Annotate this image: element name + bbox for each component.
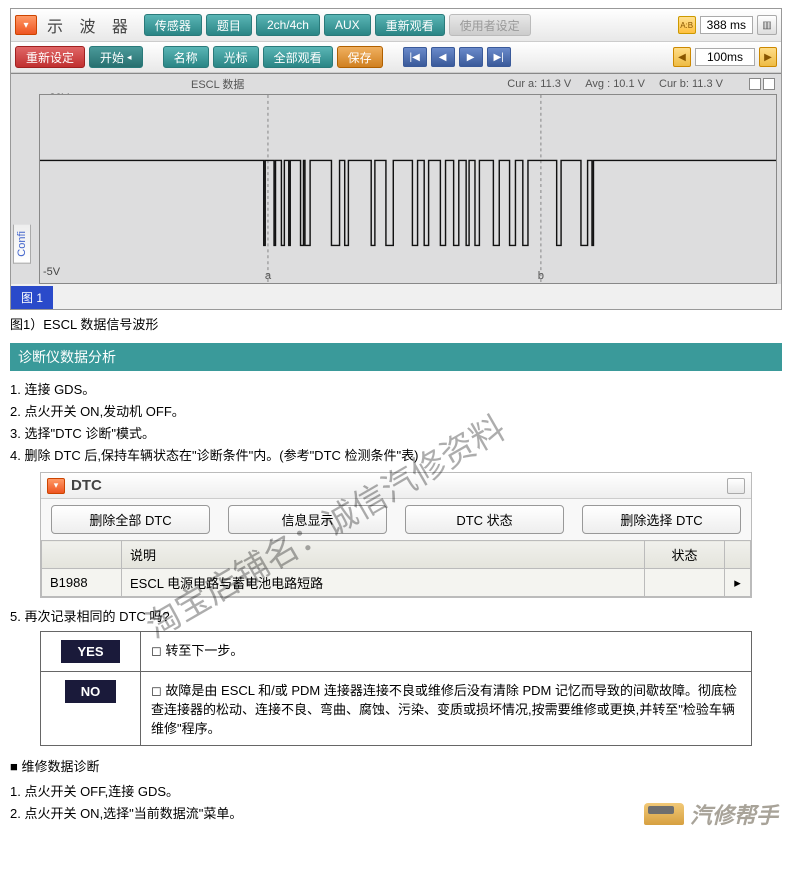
time-increase-icon[interactable]: ▶: [759, 47, 777, 67]
ms-value: 388 ms: [700, 16, 753, 34]
col-action: [725, 541, 751, 569]
dtc-row[interactable]: B1988 ESCL 电源电路与蓄电池电路短路 ▸: [42, 569, 751, 597]
nav-next-icon[interactable]: ▶: [459, 47, 483, 67]
reading-cur-a: Cur a: 11.3 V: [507, 78, 571, 90]
osc-dropdown-icon[interactable]: [15, 15, 37, 35]
nav-prev-icon[interactable]: ◀: [431, 47, 455, 67]
btn-clear-selected-dtc[interactable]: 删除选择 DTC: [582, 505, 741, 534]
time-base-input[interactable]: 100ms: [695, 48, 755, 66]
btn-start[interactable]: 开始: [89, 46, 143, 68]
step-item: 3. 选择"DTC 诊断"模式。: [10, 423, 782, 442]
yes-no-table: YES 转至下一步。 NO 故障是由 ESCL 和/或 PDM 连接器连接不良或…: [40, 631, 752, 746]
btn-cursor[interactable]: 光标: [213, 46, 259, 68]
btn-reset[interactable]: 重新设定: [15, 46, 85, 68]
chart-container: ESCL 数据 Cur a: 11.3 V Avg : 10.1 V Cur b…: [11, 73, 781, 284]
yes-instruction: 转至下一步。: [151, 643, 243, 658]
dtc-title: DTC: [71, 477, 102, 494]
oscilloscope-window: 示 波 器 传感器 题目 2ch/4ch AUX 重新观看 使用者设定 A:B …: [10, 8, 782, 310]
btn-clear-all-dtc[interactable]: 删除全部 DTC: [51, 505, 210, 534]
waveform-svg: a b: [40, 95, 776, 283]
chart-opt1-icon[interactable]: [749, 78, 761, 90]
time-decrease-icon[interactable]: ◀: [673, 47, 691, 67]
no-instruction: 故障是由 ESCL 和/或 PDM 连接器连接不良或维修后没有清除 PDM 记忆…: [151, 683, 737, 736]
dtc-panel: DTC 删除全部 DTC 信息显示 DTC 状态 删除选择 DTC 说明 状态 …: [40, 472, 752, 598]
osc-toolbar-top: 示 波 器 传感器 题目 2ch/4ch AUX 重新观看 使用者设定 A:B …: [11, 9, 781, 42]
figure-tab: 图 1: [11, 286, 53, 309]
brand-logo: 汽修帮手: [644, 798, 778, 830]
ab-icon[interactable]: A:B: [678, 16, 696, 34]
btn-info-display[interactable]: 信息显示: [228, 505, 387, 534]
dtc-dropdown-icon[interactable]: [47, 478, 65, 494]
osc-settings-icon[interactable]: ▥: [757, 15, 777, 35]
dtc-code: B1988: [42, 569, 122, 597]
dtc-table: 说明 状态 B1988 ESCL 电源电路与蓄电池电路短路 ▸: [41, 540, 751, 597]
dtc-expand-icon[interactable]: [727, 478, 745, 494]
col-status: 状态: [645, 541, 725, 569]
chart-signal-label: ESCL 数据: [191, 76, 244, 92]
btn-dtc-status[interactable]: DTC 状态: [405, 505, 564, 534]
nav-last-icon[interactable]: ▶|: [487, 47, 511, 67]
step-5: 5. 再次记录相同的 DTC 吗?: [10, 606, 782, 625]
btn-review[interactable]: 重新观看: [375, 14, 445, 36]
no-badge: NO: [65, 680, 117, 703]
step-item: 1. 连接 GDS。: [10, 379, 782, 398]
config-tab[interactable]: Confi: [13, 225, 31, 264]
reading-cur-b: Cur b: 11.3 V: [659, 78, 723, 90]
col-description: 说明: [122, 541, 645, 569]
yes-badge: YES: [61, 640, 119, 663]
btn-item[interactable]: 题目: [206, 14, 252, 36]
dtc-status-cell: [645, 569, 725, 597]
figure-caption: 图1）ESCL 数据信号波形: [10, 314, 782, 333]
osc-toolbar-bottom: 重新设定 开始 名称 光标 全部观看 保存 |◀ ◀ ▶ ▶| ◀ 100ms …: [11, 42, 781, 73]
chart-opt2-icon[interactable]: [763, 78, 775, 90]
btn-user-settings: 使用者设定: [449, 14, 531, 36]
svg-text:b: b: [538, 270, 544, 282]
section-heading: 诊断仪数据分析: [10, 343, 782, 371]
dtc-row-action-icon[interactable]: ▸: [725, 569, 751, 597]
brand-text: 汽修帮手: [690, 798, 778, 830]
btn-aux[interactable]: AUX: [324, 14, 371, 36]
dtc-description: ESCL 电源电路与蓄电池电路短路: [122, 569, 645, 597]
reading-avg: Avg : 10.1 V: [585, 78, 645, 90]
btn-view-all[interactable]: 全部观看: [263, 46, 333, 68]
step-item: 2. 点火开关 ON,发动机 OFF。: [10, 401, 782, 420]
sub-heading: 维修数据诊断: [10, 756, 782, 775]
btn-name[interactable]: 名称: [163, 46, 209, 68]
chart-plot-area: a b: [39, 94, 777, 284]
svg-text:a: a: [265, 270, 272, 282]
y-axis-bottom: -5V: [43, 266, 60, 278]
btn-sensor[interactable]: 传感器: [144, 14, 202, 36]
btn-save[interactable]: 保存: [337, 46, 383, 68]
car-icon: [644, 803, 684, 825]
btn-channel[interactable]: 2ch/4ch: [256, 14, 320, 36]
nav-first-icon[interactable]: |◀: [403, 47, 427, 67]
steps-list-1: 1. 连接 GDS。 2. 点火开关 ON,发动机 OFF。 3. 选择"DTC…: [10, 379, 782, 464]
step-item: 4. 删除 DTC 后,保持车辆状态在"诊断条件"内。(参考"DTC 检测条件"…: [10, 445, 782, 464]
osc-title: 示 波 器: [47, 13, 134, 37]
col-blank: [42, 541, 122, 569]
